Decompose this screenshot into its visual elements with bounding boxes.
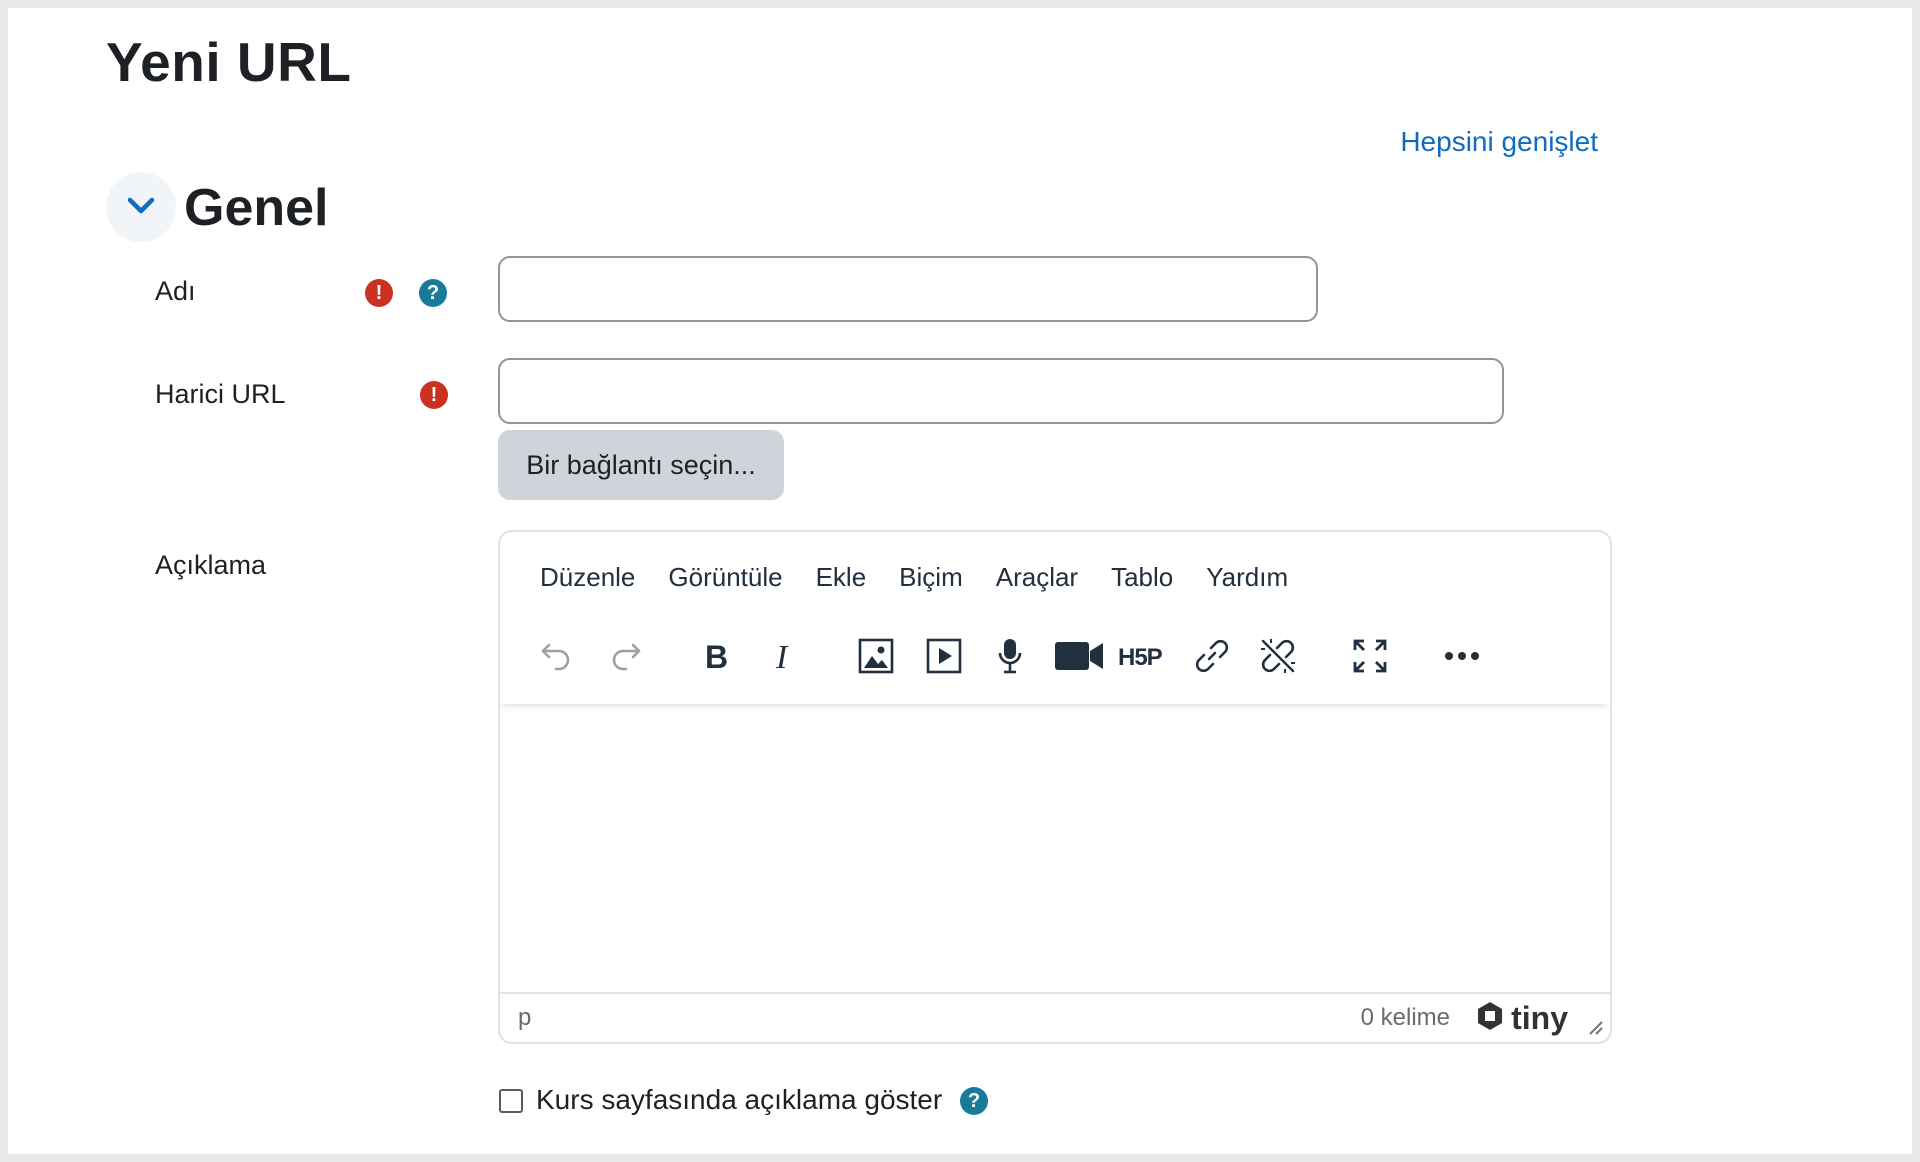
- show-description-checkbox[interactable]: [499, 1089, 523, 1113]
- bold-icon[interactable]: B: [694, 634, 738, 678]
- menu-table[interactable]: Tablo: [1111, 562, 1173, 593]
- undo-icon[interactable]: [534, 634, 578, 678]
- choose-link-button[interactable]: Bir bağlantı seçin...: [498, 430, 784, 500]
- link-icon[interactable]: [1190, 634, 1234, 678]
- editor-menubar: Düzenle Görüntüle Ekle Biçim Araçlar Tab…: [540, 562, 1321, 593]
- rich-text-editor: Düzenle Görüntüle Ekle Biçim Araçlar Tab…: [498, 530, 1612, 1044]
- redo-icon[interactable]: [604, 634, 648, 678]
- show-description-label: Kurs sayfasında açıklama göster: [536, 1084, 943, 1115]
- fullscreen-icon[interactable]: [1348, 634, 1392, 678]
- media-icon[interactable]: [922, 634, 966, 678]
- page-frame: Yeni URL Hepsini genişlet Genel Adı ! ? …: [8, 8, 1912, 1154]
- menu-format[interactable]: Biçim: [899, 562, 963, 593]
- svg-text:H5P: H5P: [1118, 644, 1163, 671]
- svg-text:I: I: [775, 640, 789, 672]
- menu-insert[interactable]: Ekle: [816, 562, 867, 593]
- element-path[interactable]: p: [518, 1004, 531, 1032]
- tiny-logo-icon: [1475, 1001, 1505, 1036]
- external-url-label: Harici URL: [155, 379, 286, 409]
- menu-help[interactable]: Yardım: [1206, 562, 1288, 593]
- question-icon[interactable]: ?: [419, 279, 447, 307]
- description-label: Açıklama: [155, 550, 267, 580]
- svg-text:B: B: [705, 640, 728, 672]
- h5p-icon[interactable]: H5P: [1118, 634, 1168, 678]
- exclamation-icon: !: [365, 279, 393, 307]
- microphone-icon[interactable]: [988, 634, 1032, 678]
- tiny-brand-text: tiny: [1511, 1000, 1568, 1036]
- resize-handle-icon[interactable]: [1586, 1018, 1604, 1036]
- more-icon[interactable]: [1440, 634, 1484, 678]
- menu-tools[interactable]: Araçlar: [996, 562, 1078, 593]
- section-title: Genel: [184, 179, 329, 237]
- editor-content-area[interactable]: [500, 708, 1610, 998]
- word-count[interactable]: 0 kelime: [1361, 1004, 1450, 1032]
- editor-statusbar: p 0 kelime tiny: [500, 992, 1610, 1042]
- menu-view[interactable]: Görüntüle: [668, 562, 782, 593]
- editor-toolbar: B I H5P: [500, 612, 1610, 704]
- external-url-input[interactable]: [498, 358, 1504, 424]
- question-icon[interactable]: ?: [960, 1087, 988, 1115]
- unlink-icon[interactable]: [1256, 634, 1300, 678]
- italic-icon[interactable]: I: [762, 634, 806, 678]
- section-toggle-button[interactable]: [106, 172, 176, 242]
- menu-edit[interactable]: Düzenle: [540, 562, 635, 593]
- name-input[interactable]: [498, 256, 1318, 322]
- page-title: Yeni URL: [106, 31, 352, 93]
- image-icon[interactable]: [854, 634, 898, 678]
- expand-all-link[interactable]: Hepsini genişlet: [1400, 126, 1598, 158]
- exclamation-icon: !: [420, 381, 448, 409]
- video-camera-icon[interactable]: [1054, 634, 1104, 678]
- tiny-brand-link[interactable]: tiny: [1475, 1000, 1568, 1037]
- name-label: Adı: [155, 276, 196, 306]
- chevron-down-icon: [126, 196, 156, 219]
